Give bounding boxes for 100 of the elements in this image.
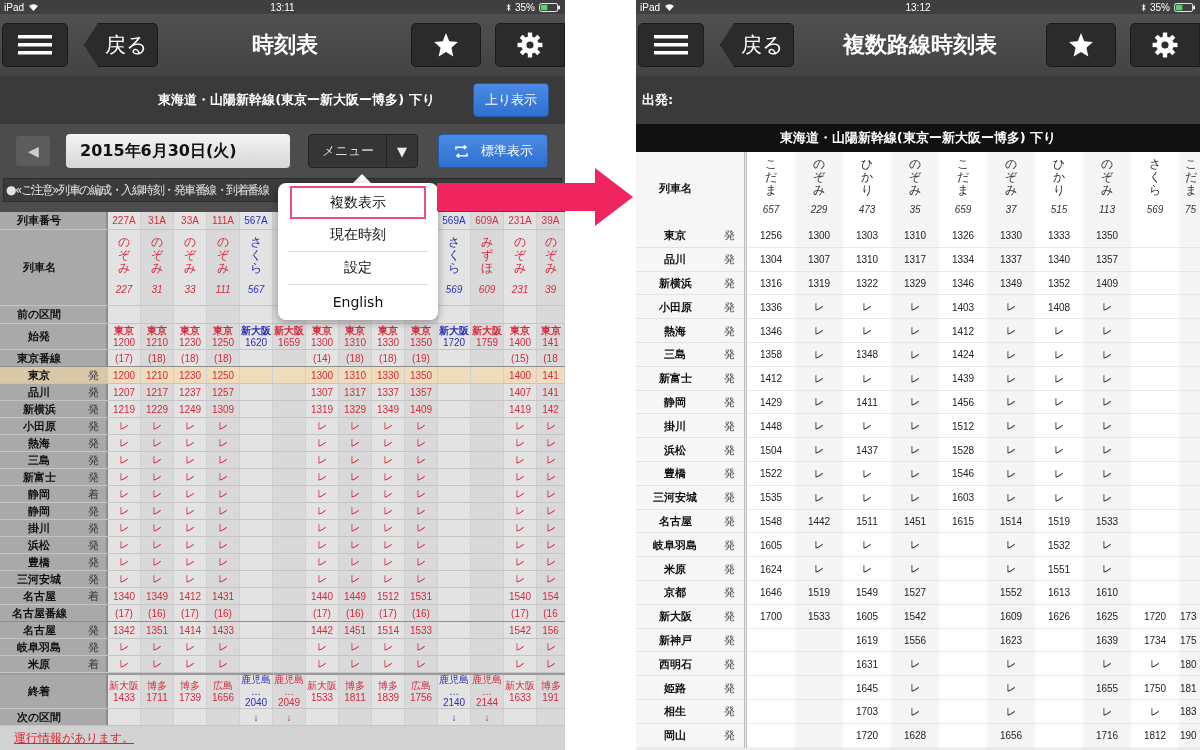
table-cell: レ	[218, 504, 228, 518]
direction-button[interactable]: 上り表示	[473, 83, 549, 117]
table-cell: レ	[218, 555, 228, 569]
table-cell: レ	[218, 640, 228, 654]
menu-dropdown[interactable]: メニュー ▼	[308, 134, 418, 168]
table-cell: 1628	[903, 730, 927, 742]
train-name: さくら	[448, 236, 460, 276]
train-number: 33	[184, 283, 196, 295]
table-cell: 1734	[1143, 635, 1167, 646]
table-cell: レ	[350, 453, 360, 467]
table-cell: レ	[317, 419, 327, 433]
arrival-time: 2140	[442, 697, 466, 709]
table-cell: 1519	[807, 587, 831, 599]
table-cell: 1603	[951, 492, 975, 504]
table-cell: レ	[317, 640, 327, 654]
arrival-time: 191	[542, 691, 559, 703]
arrival-time: 1839	[376, 691, 400, 703]
table-cell: レ	[814, 371, 824, 386]
back-button[interactable]: 戻る	[84, 23, 158, 67]
station-name: 広島	[213, 680, 233, 692]
table-cell: 1249	[178, 403, 202, 415]
menu-item[interactable]: 複数表示	[290, 186, 426, 219]
train-number: 31	[151, 283, 163, 295]
table-cell: レ	[515, 657, 525, 671]
favorite-button[interactable]	[411, 23, 481, 67]
table-cell: レ	[152, 470, 162, 484]
table-cell: 1319	[807, 278, 831, 289]
table-cell: レ	[545, 453, 556, 467]
table-cell: 1439	[951, 373, 975, 385]
table-cell: レ	[910, 466, 920, 481]
menu-button[interactable]	[638, 23, 704, 67]
table-cell: レ	[119, 504, 129, 518]
table-cell: レ	[910, 419, 920, 434]
table-cell: 1533	[1095, 515, 1119, 527]
stop-mark: 発	[723, 704, 735, 720]
departure-time: 1250	[211, 336, 235, 348]
table-cell: レ	[862, 466, 872, 481]
train-number: 75	[1185, 203, 1197, 215]
table-cell: レ	[1054, 443, 1064, 458]
route-title: 東海道・山陽新幹線(東京ー新大阪ー博多) 下り	[157, 91, 436, 109]
table-cell: (17)	[181, 607, 199, 619]
station-name: 新大阪	[439, 325, 469, 337]
stop-mark: 発	[87, 503, 99, 519]
table-cell: 1448	[759, 420, 783, 432]
table-cell: 1407	[508, 386, 532, 398]
table-cell: 1219	[112, 403, 136, 415]
table-cell: レ	[910, 371, 920, 386]
table-cell: レ	[317, 470, 327, 484]
favorite-button[interactable]	[1046, 23, 1116, 67]
table-cell: レ	[1006, 490, 1016, 505]
table-cell: 1424	[951, 349, 975, 361]
arrival-time: 1656	[211, 691, 235, 703]
table-cell: 1307	[807, 254, 831, 266]
station-name: 三河安城	[16, 571, 62, 587]
date-field[interactable]: 2015年6月30日(火)	[66, 134, 290, 168]
table-cell: 1229	[145, 403, 169, 415]
station-name: 東京	[540, 325, 561, 337]
table-cell: 1429	[759, 396, 783, 408]
table-cell: (19)	[412, 352, 430, 364]
stop-mark: 発	[723, 252, 735, 268]
table-cell: レ	[515, 521, 525, 535]
train-number: 231A	[508, 215, 532, 226]
settings-button[interactable]	[1130, 23, 1200, 67]
station-name: 小田原	[658, 299, 692, 315]
table-cell: レ	[185, 436, 195, 450]
table-cell: レ	[814, 490, 824, 505]
table-cell: レ	[317, 436, 327, 450]
previous-day-button[interactable]: ◀	[16, 136, 50, 166]
menu-button[interactable]	[2, 23, 68, 67]
standard-view-button[interactable]: 標準表示	[438, 134, 548, 168]
table-cell: レ	[119, 487, 129, 501]
table-cell: 1350	[409, 369, 433, 381]
table-cell: 142	[542, 403, 559, 415]
table-cell: 1414	[178, 624, 202, 636]
table-cell: レ	[317, 572, 327, 586]
back-button[interactable]: 戻る	[720, 23, 794, 67]
table-cell: レ	[383, 436, 393, 450]
table-cell: レ	[152, 555, 162, 569]
table-cell: (17)	[115, 352, 133, 364]
table-cell: レ	[545, 572, 556, 586]
table-cell: レ	[119, 657, 129, 671]
battery-icon	[1174, 2, 1196, 12]
route-title: 東海道・山陽新幹線(東京ー新大阪ー博多) 下り	[779, 129, 1057, 147]
table-cell: レ	[814, 538, 824, 553]
table-cell: レ	[814, 324, 824, 339]
table-cell: レ	[1102, 490, 1112, 505]
table-cell: 1440	[310, 590, 334, 602]
table-cell: レ	[862, 538, 872, 553]
settings-button[interactable]	[495, 23, 565, 67]
stop-mark: 着	[87, 486, 99, 502]
train-name: のぞみ	[813, 158, 825, 198]
table-cell: レ	[515, 538, 525, 552]
table-cell: 1250	[211, 369, 235, 381]
table-cell: 1456	[951, 396, 975, 408]
table-cell: レ	[350, 572, 360, 586]
stop-mark: 着	[87, 656, 99, 672]
table-cell: 1303	[855, 230, 879, 242]
table-cell: 1333	[1047, 230, 1071, 242]
battery-icon	[539, 2, 561, 12]
train-number: 33A	[181, 215, 199, 226]
